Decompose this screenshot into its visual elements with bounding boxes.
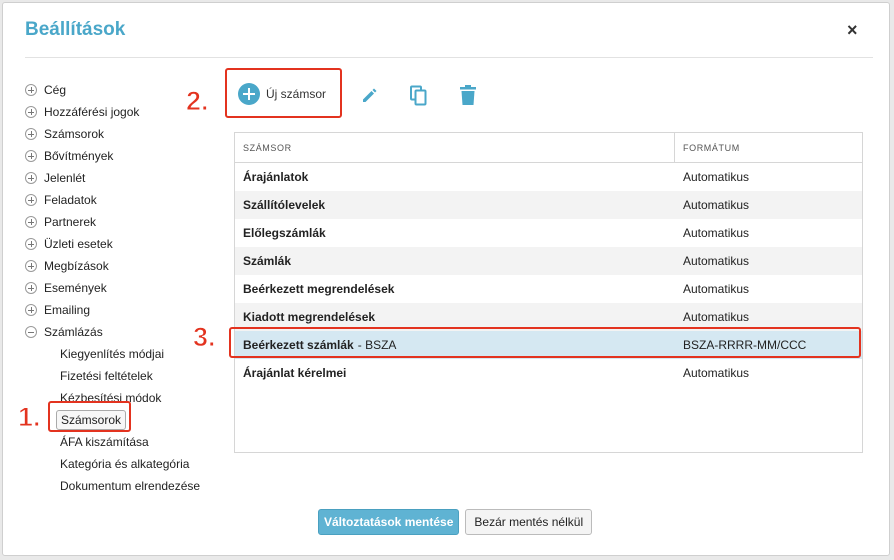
table-header: SZÁMSOR FORMÁTUM: [235, 133, 862, 163]
step-2-label: 2.: [186, 86, 210, 117]
new-button-label: Új számsor: [266, 87, 327, 101]
collapse-icon: [25, 326, 37, 338]
sidebar-item-bovitmenyek[interactable]: Bővítmények: [25, 145, 215, 167]
sidebar-subitem-afa-kiszamitasa[interactable]: ÁFA kiszámítása: [25, 431, 215, 453]
table-row[interactable]: Árajánlat kérelmei Automatikus: [235, 359, 862, 387]
table-row[interactable]: Számlák Automatikus: [235, 247, 862, 275]
toolbar: Új számsor: [234, 69, 494, 121]
sidebar-item-szamsorok[interactable]: Számsorok: [25, 123, 215, 145]
step-1-label: 1.: [18, 402, 42, 433]
settings-sidebar: Cég Hozzáférési jogok Számsorok Bővítmén…: [25, 79, 215, 497]
row-format: Automatikus: [683, 198, 750, 212]
row-format: BSZA-RRRR-MM/CCC: [683, 338, 807, 352]
sidebar-subitem-label: Kézbesítési módok: [60, 391, 162, 405]
expand-icon: [25, 194, 37, 206]
sidebar-item-label: Bővítmények: [44, 149, 114, 163]
table-row[interactable]: Kiadott megrendelések Automatikus: [235, 303, 862, 331]
close-icon[interactable]: ×: [847, 20, 858, 40]
sidebar-subitem-label: Számsorok: [56, 410, 127, 430]
number-sequence-table: SZÁMSOR FORMÁTUM Árajánlatok Automatikus …: [234, 132, 863, 453]
row-format: Automatikus: [683, 310, 750, 324]
row-name: Kiadott megrendelések: [243, 310, 376, 324]
sidebar-item-label: Megbízások: [44, 259, 109, 273]
expand-icon: [25, 150, 37, 162]
sidebar-item-label: Feladatok: [44, 193, 97, 207]
sidebar-item-feladatok[interactable]: Feladatok: [25, 189, 215, 211]
row-name: Beérkezett megrendelések: [243, 282, 395, 296]
sidebar-item-megbizasok[interactable]: Megbízások: [25, 255, 215, 277]
sidebar-subitem-kategoria[interactable]: Kategória és alkategória: [25, 453, 215, 475]
sidebar-subitem-label: ÁFA kiszámítása: [60, 435, 149, 449]
expand-icon: [25, 282, 37, 294]
sidebar-item-label: Jelenlét: [44, 171, 86, 185]
close-without-saving-button[interactable]: Bezár mentés nélkül: [465, 509, 593, 535]
dialog-footer: Változtatások mentése Bezár mentés nélkü…: [318, 509, 593, 535]
row-name-suffix: - BSZA: [357, 338, 397, 352]
expand-icon: [25, 84, 37, 96]
sidebar-subitem-kezbesitesi-modok[interactable]: Kézbesítési módok: [25, 387, 215, 409]
sidebar-item-partnerek[interactable]: Partnerek: [25, 211, 215, 233]
row-format: Automatikus: [683, 226, 750, 240]
expand-icon: [25, 216, 37, 228]
row-name: Szállítólevelek: [243, 198, 326, 212]
copy-icon[interactable]: [409, 85, 429, 112]
expand-icon: [25, 304, 37, 316]
row-format: Automatikus: [683, 366, 750, 380]
sidebar-item-esemenyek[interactable]: Események: [25, 277, 215, 299]
sidebar-subitem-kiegyenlites-modjai[interactable]: Kiegyenlítés módjai: [25, 343, 215, 365]
row-name: Számlák: [243, 254, 292, 268]
sidebar-subitem-szamsorok[interactable]: Számsorok: [25, 409, 215, 431]
sidebar-item-emailing[interactable]: Emailing: [25, 299, 215, 321]
pencil-icon[interactable]: [360, 85, 380, 110]
expand-icon: [25, 106, 37, 118]
table-row[interactable]: Árajánlatok Automatikus: [235, 163, 862, 191]
row-format: Automatikus: [683, 282, 750, 296]
table-row[interactable]: Szállítólevelek Automatikus: [235, 191, 862, 219]
column-header-format[interactable]: FORMÁTUM: [675, 133, 862, 162]
step-3-label: 3.: [193, 322, 217, 353]
save-changes-button[interactable]: Változtatások mentése: [318, 509, 460, 535]
table-row-selected[interactable]: Beérkezett számlák - BSZA BSZA-RRRR-MM/CCC: [235, 331, 862, 359]
row-format: Automatikus: [683, 254, 750, 268]
table-row[interactable]: Előlegszámlák Automatikus: [235, 219, 862, 247]
settings-dialog: Beállítások × Cég Hozzáférési jogok Szám…: [2, 2, 890, 556]
sidebar-subitem-label: Kategória és alkategória: [60, 457, 190, 471]
sidebar-item-label: Üzleti esetek: [44, 237, 113, 251]
table-row[interactable]: Beérkezett megrendelések Automatikus: [235, 275, 862, 303]
new-number-sequence-button[interactable]: Új számsor: [238, 79, 326, 109]
sidebar-subitem-label: Kiegyenlítés módjai: [60, 347, 165, 361]
sidebar-item-jelenlet[interactable]: Jelenlét: [25, 167, 215, 189]
row-name: Előlegszámlák: [243, 226, 326, 240]
dialog-title: Beállítások: [25, 19, 126, 40]
sidebar-item-label: Cég: [44, 83, 67, 97]
sidebar-subitem-dokumentum-elrendezese[interactable]: Dokumentum elrendezése: [25, 475, 215, 497]
sidebar-item-label: Események: [44, 281, 107, 295]
column-header-name[interactable]: SZÁMSOR: [235, 133, 675, 162]
sidebar-item-uzleti-esetek[interactable]: Üzleti esetek: [25, 233, 215, 255]
sidebar-subitem-label: Dokumentum elrendezése: [60, 479, 201, 493]
plus-icon: [238, 83, 260, 105]
sidebar-item-label: Számlázás: [44, 325, 103, 339]
sidebar-subitem-label: Fizetési feltételek: [60, 369, 153, 383]
sidebar-item-label: Emailing: [44, 303, 91, 317]
sidebar-subitem-fizetesi-feltetelek[interactable]: Fizetési feltételek: [25, 365, 215, 387]
row-name: Beérkezett számlák: [243, 338, 354, 352]
sidebar-item-szamlazas[interactable]: Számlázás: [25, 321, 215, 343]
expand-icon: [25, 172, 37, 184]
row-name: Árajánlatok: [243, 170, 309, 184]
sidebar-item-label: Számsorok: [44, 127, 105, 141]
row-format: Automatikus: [683, 170, 750, 184]
expand-icon: [25, 260, 37, 272]
divider: [25, 57, 873, 58]
sidebar-item-label: Hozzáférési jogok: [44, 105, 140, 119]
sidebar-item-label: Partnerek: [44, 215, 97, 229]
expand-icon: [25, 238, 37, 250]
row-name: Árajánlat kérelmei: [243, 366, 347, 380]
expand-icon: [25, 128, 37, 140]
trash-icon[interactable]: [459, 85, 477, 112]
